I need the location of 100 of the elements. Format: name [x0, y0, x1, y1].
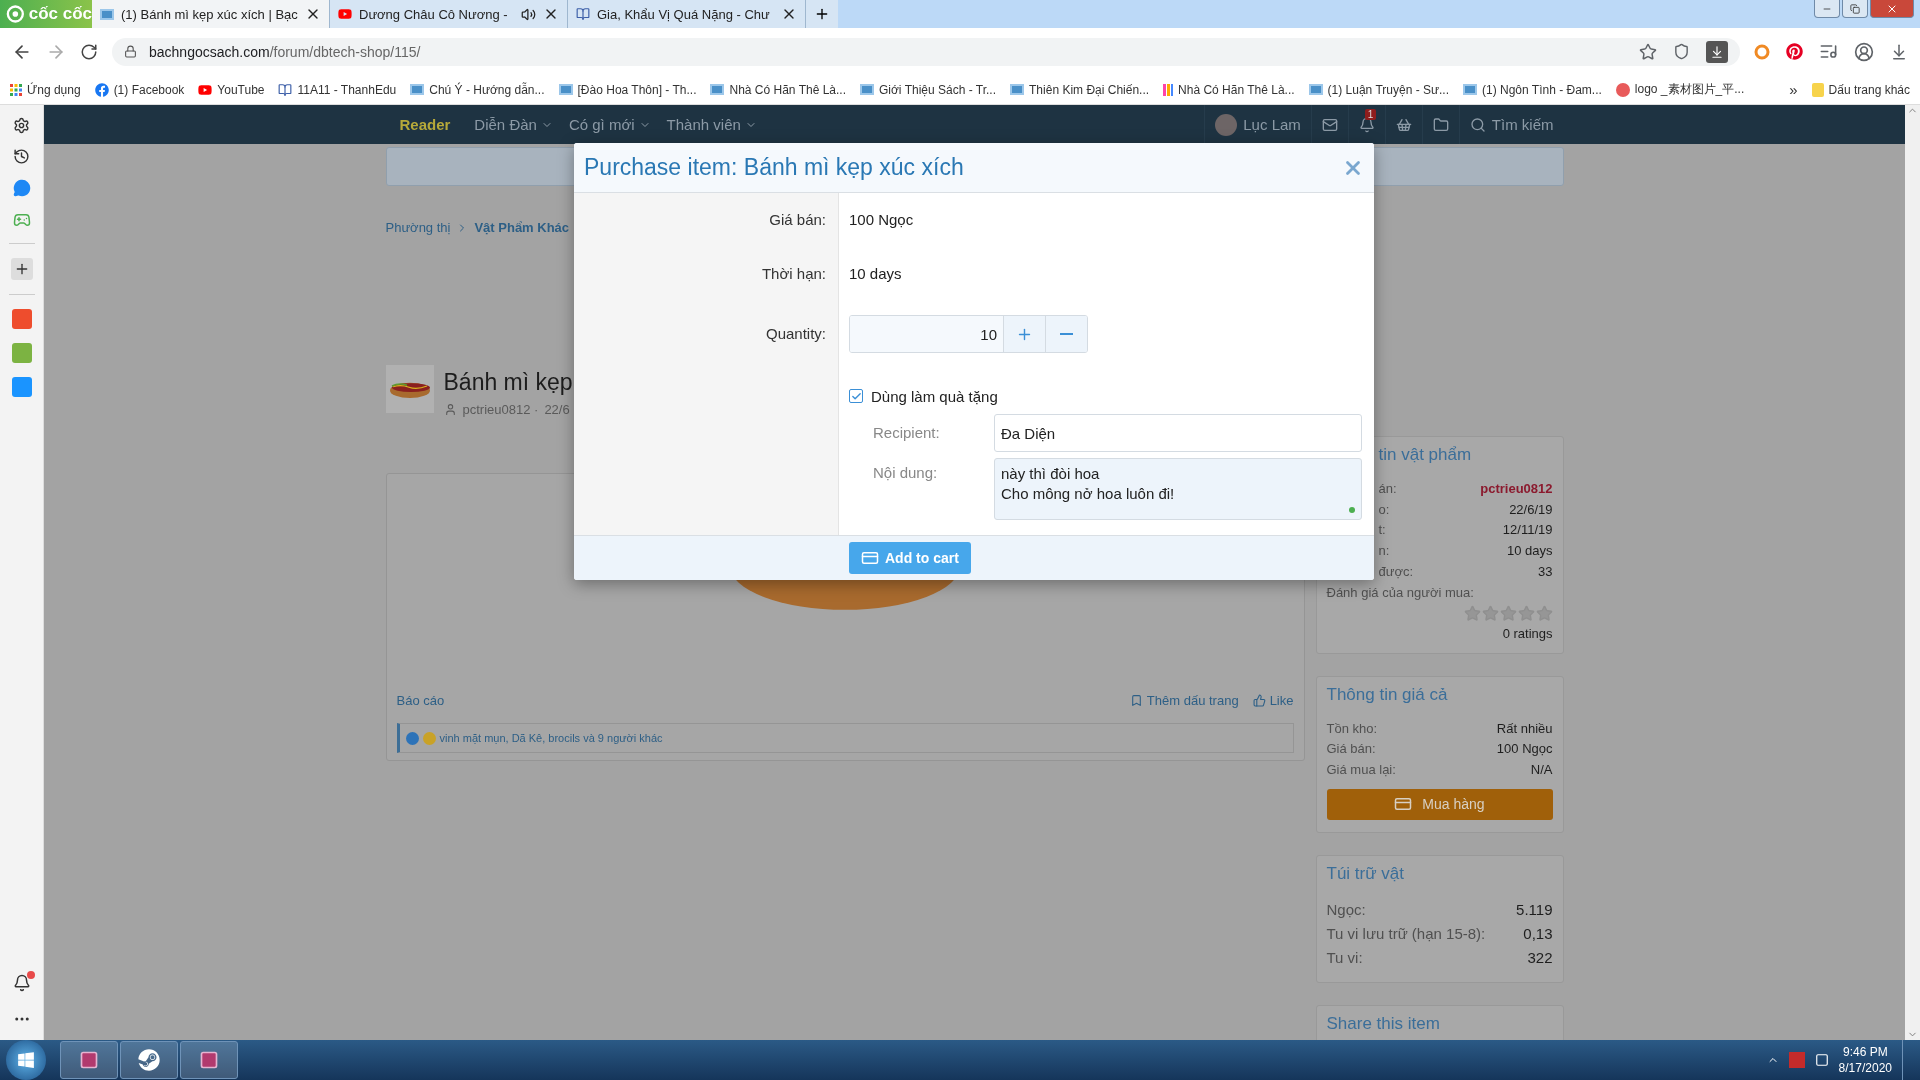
star-icon[interactable]: [1499, 604, 1517, 622]
browser-tab[interactable]: (1) Bánh mì kẹp xúc xích | Bạc: [92, 0, 330, 28]
nav-menu[interactable]: Diễn Đàn: [474, 105, 553, 144]
site-icon: [558, 84, 573, 95]
address-bar[interactable]: bachngocsach.com/forum/dbtech-shop/115/: [112, 37, 1740, 66]
field-label: Quantity:: [765, 325, 826, 342]
bookmark-link[interactable]: logo _素材图片_平...: [1615, 81, 1745, 98]
bookmark-link[interactable]: Ứng dụng: [10, 82, 81, 97]
field-value: 10 days: [849, 265, 902, 282]
row-value: 322: [1527, 947, 1553, 968]
ring-icon[interactable]: [1754, 43, 1770, 60]
download-icon[interactable]: [1890, 42, 1908, 61]
gamepad-icon[interactable]: [12, 211, 31, 229]
card-icon: [861, 549, 879, 567]
user-icon: [443, 403, 457, 416]
apps-icon: [10, 83, 22, 96]
bookmark-link[interactable]: Nhà Có Hãn Thê Là...: [710, 82, 846, 97]
seller-link[interactable]: pctrieu0812: [1480, 479, 1553, 500]
sidebar-card: Túi trữ vật Ngọc: 5.119 Tu vi lưu trữ (hạn 15-8): 0,13 Tu vi: 322: [1315, 854, 1564, 983]
gift-checkbox[interactable]: [849, 389, 863, 403]
recipient-field[interactable]: Đa Diện: [994, 414, 1362, 452]
windows-logo-icon: [17, 1051, 35, 1069]
more-bookmarks-button[interactable]: »: [1789, 81, 1798, 98]
close-window-button[interactable]: [1870, 0, 1914, 18]
message-field[interactable]: này thì đòi hoa Cho mông nở hoa luôn đi!: [994, 458, 1362, 520]
bookmark-link[interactable]: Giới Thiệu Sách - Tr...: [860, 82, 997, 97]
bookmark-link[interactable]: (1) Facebook: [94, 82, 185, 97]
restore-button[interactable]: [1842, 0, 1868, 18]
field-label: Recipient:: [873, 423, 941, 443]
pinterest-icon[interactable]: [1786, 43, 1803, 60]
bookmark-link[interactable]: Nhà Có Hãn Thê Là...: [1163, 82, 1295, 97]
row-label: o:: [1378, 500, 1390, 519]
start-button[interactable]: [6, 1040, 46, 1080]
author-name: pctrieu0812 ·: [462, 402, 539, 417]
bookmark-link[interactable]: (1) Ngôn Tình - Đam...: [1463, 82, 1602, 97]
row-value: 5.119: [1516, 899, 1553, 920]
star-icon[interactable]: [1517, 604, 1535, 622]
rating-count: 0 ratings: [1501, 625, 1553, 641]
bookmark-link[interactable]: 11A11 - ThanhEdu: [278, 82, 397, 97]
row-value: 0,13: [1523, 923, 1553, 944]
playlist-icon[interactable]: [1819, 42, 1838, 61]
account-icon[interactable]: [1854, 41, 1874, 62]
row-label: được:: [1378, 562, 1414, 581]
minimize-button[interactable]: [1814, 0, 1840, 18]
bookmark-link[interactable]: Thiên Kim Đại Chiến...: [1010, 82, 1150, 97]
star-icon[interactable]: [1535, 604, 1553, 622]
star-icon[interactable]: [1481, 604, 1499, 622]
row-label: t:: [1378, 521, 1386, 540]
speaker-icon[interactable]: [521, 6, 536, 22]
new-tab-button[interactable]: [806, 0, 838, 28]
star-icon[interactable]: [1463, 604, 1481, 622]
facebook-icon: [94, 82, 109, 97]
star-icon[interactable]: [1639, 42, 1657, 61]
bell-icon: [1358, 116, 1375, 133]
site-icon: [1010, 84, 1025, 95]
settings-icon[interactable]: [13, 117, 30, 134]
bookmark-link[interactable]: (1) Luận Truyện - Sư...: [1308, 82, 1449, 97]
bookmark-icon: [1129, 693, 1143, 707]
shield-icon[interactable]: [1673, 43, 1690, 60]
bookmark-link[interactable]: YouTube: [198, 82, 265, 97]
plus-icon: [814, 6, 830, 22]
nav-menu[interactable]: Thành viên: [666, 105, 757, 144]
like-reaction-icon: [405, 731, 419, 745]
download-icon[interactable]: [1706, 40, 1728, 63]
sidebar-card: Thông tin giá cả Tồn kho: Rất nhiều Giá bán: 100 Ngọc Giá mua lại: N/A Mua hàng: [1315, 675, 1564, 833]
search-button[interactable]: Tìm kiếm: [1458, 105, 1564, 144]
row-label: Tu vi:: [1326, 947, 1363, 968]
taskbar-app[interactable]: [60, 1041, 118, 1079]
post-date: 22/6: [544, 402, 570, 417]
bookmark-link[interactable]: Chú Ý - Hướng dẫn...: [410, 82, 545, 97]
history-icon[interactable]: [13, 148, 30, 165]
colorful-bars-icon: [1163, 83, 1174, 96]
bookmark-link[interactable]: [Đào Hoa Thôn] - Th...: [558, 82, 697, 97]
browser-tab[interactable]: Gia, Khẩu Vị Quá Nặng - Chư: [568, 0, 806, 28]
chat-bubble-icon[interactable]: [12, 179, 31, 197]
clock[interactable]: 9:46 PM 8/17/2020: [1838, 1044, 1892, 1076]
rating-label: Đánh giá của người mua:: [1326, 583, 1475, 602]
row-label: n:: [1378, 542, 1390, 561]
row-value: Rất nhiều: [1496, 719, 1553, 738]
nav-menu[interactable]: Có gì mới: [568, 105, 651, 144]
row-value: 22/6/19: [1509, 500, 1553, 519]
add-button[interactable]: [10, 258, 33, 280]
restore-icon: [1850, 3, 1860, 14]
reload-icon[interactable]: [80, 42, 98, 61]
row-value: 12/11/19: [1502, 521, 1553, 540]
steam-icon: [138, 1049, 160, 1071]
row-label: Tu vi lưu trữ (hạn 15-8):: [1326, 923, 1486, 944]
row-label: Tồn kho:: [1326, 719, 1378, 738]
site-icon: [1308, 84, 1323, 95]
book-icon: [576, 7, 590, 21]
brand-link[interactable]: Reader: [399, 105, 451, 144]
network-icon[interactable]: [1814, 1053, 1829, 1067]
taskbar-app[interactable]: [180, 1041, 238, 1079]
browser-tab[interactable]: Dương Châu Cô Nương -: [330, 0, 568, 28]
folder-icon: [1432, 116, 1449, 133]
dialog-title: Purchase item: Bánh mì kẹp xúc xích: [584, 154, 965, 181]
bookmark-folder[interactable]: Dấu trang khác: [1811, 82, 1910, 97]
checkbox-label[interactable]: Dùng làm quà tặng: [871, 387, 998, 405]
sidebar-card: Share this item: [1315, 1004, 1564, 1040]
taskbar-app[interactable]: [120, 1041, 178, 1079]
